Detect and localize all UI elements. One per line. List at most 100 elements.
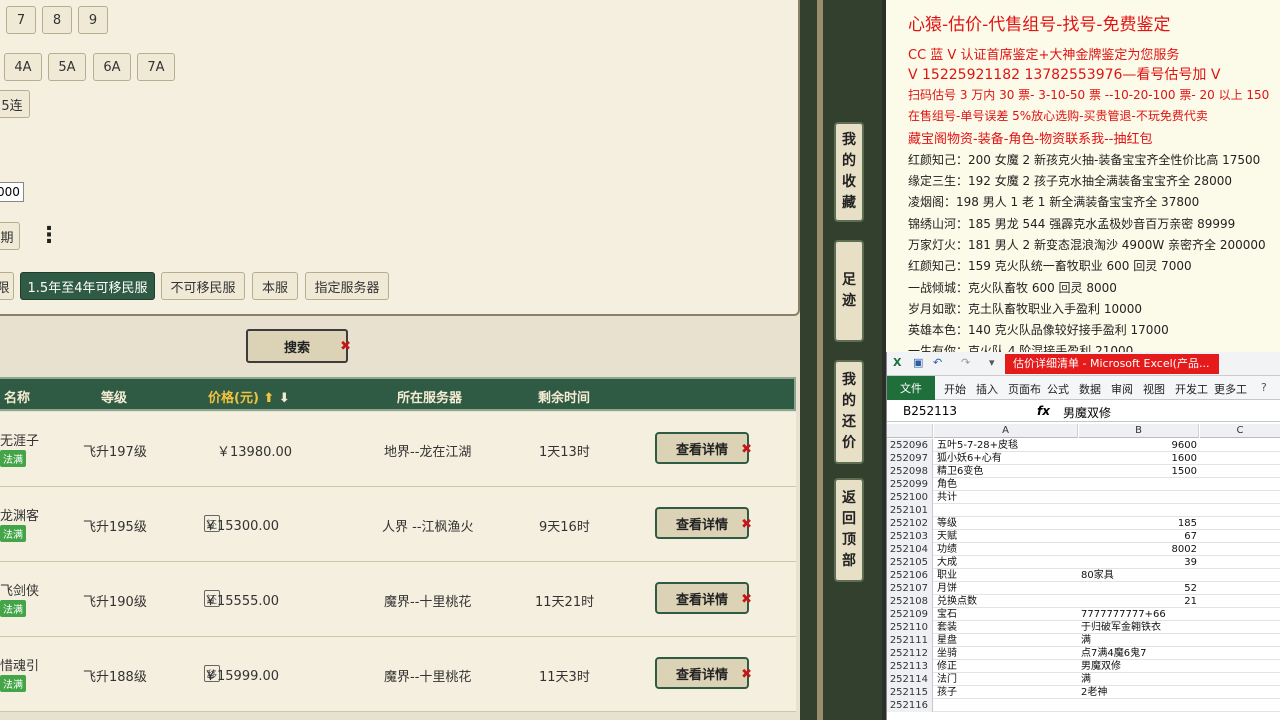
cell-a[interactable]: 角色	[937, 478, 957, 491]
cell-b[interactable]: 39	[1081, 556, 1197, 569]
cell-b[interactable]: 于归破军金翱铁衣	[1081, 621, 1197, 634]
cell-a[interactable]: 大成	[937, 556, 957, 569]
cell-b[interactable]: 21	[1081, 595, 1197, 608]
cell-b[interactable]: 67	[1081, 530, 1197, 543]
footprint-button[interactable]: 足迹	[834, 240, 864, 342]
char-button[interactable]: 6A	[93, 53, 131, 81]
tab-page-layout[interactable]: 页面布	[1008, 381, 1041, 397]
sheet-row[interactable]: 252110 套装 于归破军金翱铁衣	[887, 621, 1280, 634]
help-icon[interactable]: ?	[1261, 381, 1267, 394]
sheet-row[interactable]: 252112 坐骑 点7满4魔6鬼7	[887, 647, 1280, 660]
cell-a[interactable]: 孩子	[937, 686, 957, 699]
view-detail-button[interactable]: 查看详情 ✖	[655, 507, 752, 539]
row-number[interactable]: 252115	[887, 686, 933, 699]
row-number[interactable]: 252102	[887, 517, 933, 530]
row-number[interactable]: 252100	[887, 491, 933, 504]
row-number[interactable]: 252105	[887, 556, 933, 569]
function-icon[interactable]: fx	[1037, 404, 1050, 418]
view-detail-button[interactable]: 查看详情 ✖	[655, 657, 752, 689]
cell-b[interactable]: 1600	[1081, 452, 1197, 465]
sheet-row[interactable]: 252097 狐小妖6+心有 1600	[887, 452, 1280, 465]
cell-b[interactable]: 2老神	[1081, 686, 1197, 699]
tab-data[interactable]: 数据	[1079, 381, 1101, 397]
row-number[interactable]: 252103	[887, 530, 933, 543]
sheet-row[interactable]: 252115 孩子 2老神	[887, 686, 1280, 699]
cell-a[interactable]: 星盘	[937, 634, 957, 647]
cell-a[interactable]: 等级	[937, 517, 957, 530]
period-button[interactable]: 期	[0, 222, 20, 250]
view-detail-button[interactable]: 查看详情 ✖	[655, 582, 752, 614]
undo-icon[interactable]: ↶	[933, 356, 942, 369]
char-button[interactable]: 7A	[137, 53, 175, 81]
cell-b[interactable]: 9600	[1081, 439, 1197, 452]
my-bargain-button[interactable]: 我的还价	[834, 360, 864, 464]
cell-b[interactable]: 点7满4魔6鬼7	[1081, 647, 1197, 660]
sheet-row[interactable]: 252109 宝石 7777777777+66	[887, 608, 1280, 621]
favorites-button[interactable]: 我的收藏	[834, 122, 864, 222]
sheet-row[interactable]: 252098 精卫6变色 1500	[887, 465, 1280, 478]
row-number[interactable]: 252116	[887, 699, 933, 712]
cell-a[interactable]: 法门	[937, 673, 957, 686]
cell-b[interactable]: 满	[1081, 673, 1197, 686]
tab-file[interactable]: 文件	[887, 376, 935, 400]
sheet-row[interactable]: 252100 共计	[887, 491, 1280, 504]
customize-icon[interactable]: ▾	[989, 356, 995, 369]
view-detail-button[interactable]: 查看详情 ✖	[655, 432, 752, 464]
server-option[interactable]: 限	[0, 272, 14, 300]
sheet-row[interactable]: 252113 修正 男魔双修	[887, 660, 1280, 673]
server-option[interactable]: 指定服务器	[305, 272, 389, 300]
lian-button[interactable]: 5连	[0, 90, 30, 118]
row-number[interactable]: 252113	[887, 660, 933, 673]
char-button[interactable]: 4A	[4, 53, 42, 81]
row-number[interactable]: 252107	[887, 582, 933, 595]
cell-a[interactable]: 兑换点数	[937, 595, 977, 608]
cell-a[interactable]: 坐骑	[937, 647, 957, 660]
search-button[interactable]: 搜索 ✖	[246, 329, 351, 363]
sheet-row[interactable]: 252106 职业 80家具	[887, 569, 1280, 582]
cell-a[interactable]: 狐小妖6+心有	[937, 452, 1002, 465]
cell-b[interactable]: 男魔双修	[1081, 660, 1197, 673]
cell-b[interactable]: 8002	[1081, 543, 1197, 556]
sheet-row[interactable]: 252103 天赋 67	[887, 530, 1280, 543]
cell-a[interactable]: 精卫6变色	[937, 465, 983, 478]
col-header[interactable]: A	[934, 424, 1078, 438]
sheet-row[interactable]: 252114 法门 满	[887, 673, 1280, 686]
tab-more-tools[interactable]: 更多工	[1214, 381, 1247, 397]
price-input[interactable]: 000	[0, 182, 24, 202]
tab-developer[interactable]: 开发工	[1175, 381, 1208, 397]
formula-input[interactable]: 男魔双修	[1063, 404, 1111, 421]
row-number[interactable]: 252108	[887, 595, 933, 608]
digit-button[interactable]: 7	[6, 6, 36, 34]
save-icon[interactable]: ▣	[913, 356, 923, 369]
cell-b[interactable]: 1500	[1081, 465, 1197, 478]
corner-cell[interactable]	[887, 424, 933, 438]
char-button[interactable]: 5A	[48, 53, 86, 81]
sheet-row[interactable]: 252105 大成 39	[887, 556, 1280, 569]
row-number[interactable]: 252097	[887, 452, 933, 465]
sheet-row[interactable]: 252111 星盘 满	[887, 634, 1280, 647]
tab-view[interactable]: 视图	[1143, 381, 1165, 397]
cell-a[interactable]: 职业	[937, 569, 957, 582]
row-number[interactable]: 252099	[887, 478, 933, 491]
digit-button[interactable]: 8	[42, 6, 72, 34]
col-header[interactable]: B	[1079, 424, 1199, 438]
row-number[interactable]: 252114	[887, 673, 933, 686]
cell-b[interactable]: 满	[1081, 634, 1197, 647]
row-number[interactable]: 252104	[887, 543, 933, 556]
tab-review[interactable]: 审阅	[1111, 381, 1133, 397]
cell-a[interactable]: 功绩	[937, 543, 957, 556]
tab-home[interactable]: 开始	[944, 381, 966, 397]
server-option[interactable]: 本服	[252, 272, 298, 300]
row-number[interactable]: 252112	[887, 647, 933, 660]
row-number[interactable]: 252098	[887, 465, 933, 478]
cell-b[interactable]: 7777777777+66	[1081, 608, 1197, 621]
cell-a[interactable]: 宝石	[937, 608, 957, 621]
cell-a[interactable]: 五叶5-7-28+皮毯	[937, 439, 1018, 452]
row-number[interactable]: 252096	[887, 439, 933, 452]
server-option[interactable]: 不可移民服	[161, 272, 245, 300]
cell-b[interactable]: 52	[1081, 582, 1197, 595]
spreadsheet-grid[interactable]: A B C 252096 五叶5-7-28+皮毯 9600 252097 狐小妖6+心有…	[887, 424, 1280, 720]
back-to-top-button[interactable]: 返回顶部	[834, 478, 864, 582]
row-number[interactable]: 252101	[887, 504, 933, 517]
cell-a[interactable]: 共计	[937, 491, 957, 504]
